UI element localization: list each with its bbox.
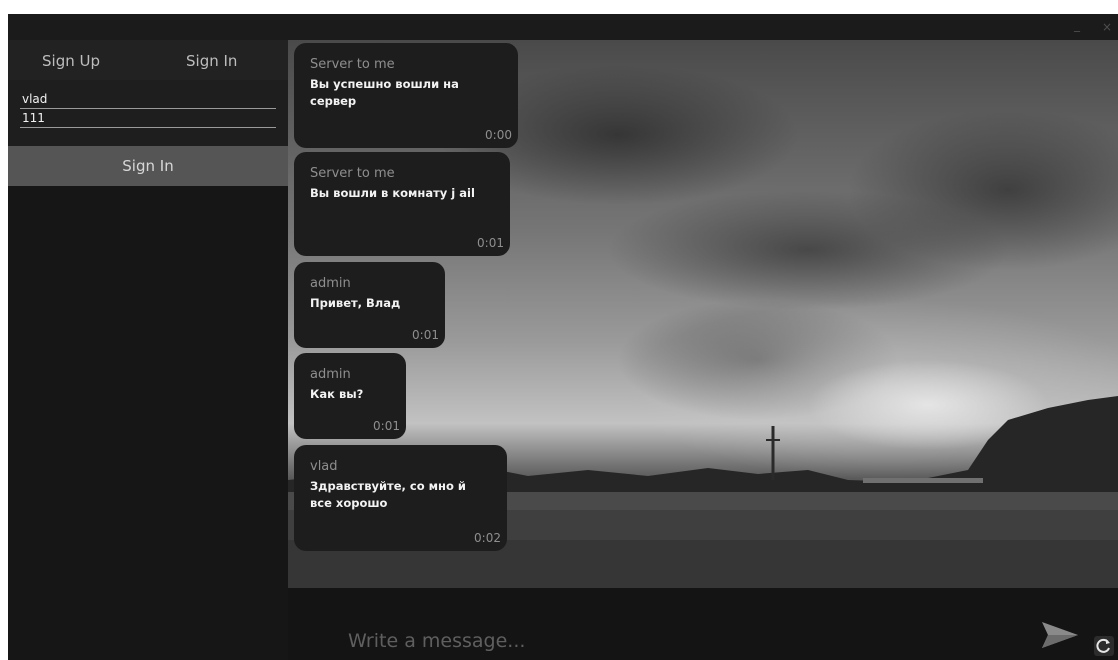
sign-in-button[interactable]: Sign In	[8, 146, 288, 186]
message-text: Привет, Влад	[310, 296, 401, 310]
tab-sign-in[interactable]: Sign In	[186, 52, 237, 70]
password-input[interactable]	[20, 109, 276, 128]
title-bar: _ ×	[8, 14, 1118, 40]
message-text: Вы успешно вошли на сервер	[310, 77, 459, 108]
message-time: 0:01	[477, 236, 504, 250]
close-button[interactable]: ×	[1102, 20, 1112, 34]
send-arrow-icon	[1042, 622, 1078, 648]
sign-in-form	[8, 80, 288, 146]
message-bubble: Server to me Вы вошли в комнату j ail 0:…	[294, 152, 510, 256]
message-sender: Server to me	[310, 57, 395, 72]
message-bubble: admin Как вы? 0:01	[294, 353, 406, 439]
message-input[interactable]	[346, 626, 950, 656]
message-sender: vlad	[310, 459, 338, 474]
message-text: Вы вошли в комнату j ail	[310, 186, 475, 200]
message-time: 0:01	[412, 328, 439, 342]
auth-sidebar: Sign Up Sign In Sign In	[8, 40, 288, 660]
message-sender: admin	[310, 367, 351, 382]
message-sender: Server to me	[310, 166, 395, 181]
refresh-icon	[1096, 638, 1110, 653]
message-text: Здравствуйте, со мно й все хорошо	[310, 479, 466, 510]
send-button[interactable]	[1040, 620, 1080, 650]
message-composer	[288, 588, 1118, 660]
message-time: 0:01	[373, 419, 400, 433]
message-bubble: admin Привет, Влад 0:01	[294, 262, 445, 348]
login-input[interactable]	[20, 90, 276, 109]
message-text: Как вы?	[310, 387, 364, 401]
refresh-button[interactable]	[1094, 636, 1114, 656]
tab-sign-up[interactable]: Sign Up	[42, 52, 100, 70]
minimize-button[interactable]: _	[1074, 18, 1080, 32]
message-bubble: Server to me Вы успешно вошли на сервер …	[294, 43, 518, 148]
chat-app-window: _ × Sign Up Sign In Sign In Server to me…	[8, 14, 1118, 660]
message-time: 0:00	[485, 128, 512, 142]
message-time: 0:02	[474, 531, 501, 545]
auth-tabs: Sign Up Sign In	[8, 40, 288, 80]
message-sender: admin	[310, 276, 351, 291]
chat-area: Server to me Вы успешно вошли на сервер …	[288, 40, 1118, 588]
message-bubble: vlad Здравствуйте, со мно й все хорошо 0…	[294, 445, 507, 551]
